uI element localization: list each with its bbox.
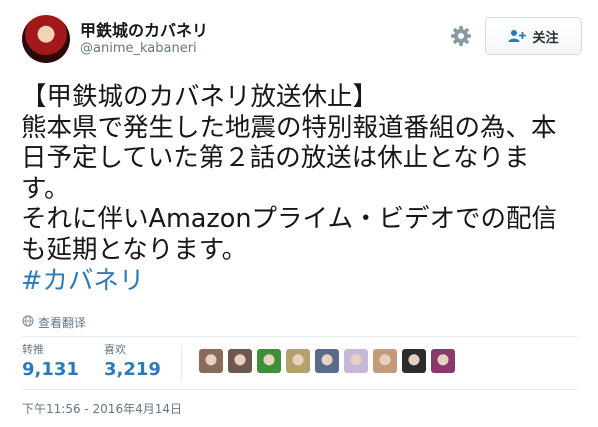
stats-separator [181,345,182,381]
add-user-icon [508,29,527,43]
user-handle[interactable]: @anime_kabaneri [80,41,197,56]
liker-avatar[interactable] [344,349,368,373]
retweet-label: 转推 [22,343,44,356]
liker-avatars [199,349,455,373]
tweet-text: 【甲鉄城のカバネリ放送休止】 熊本県で発生した地震の特別報道番組の為、本 日予定… [21,82,587,296]
translate-link[interactable]: 查看翻译 [22,314,86,331]
hashtag-link[interactable]: #カバネリ [21,266,587,297]
follow-label: 关注 [532,30,559,46]
display-name[interactable]: 甲鉄城のカバネリ [80,17,208,41]
liker-avatar[interactable] [431,349,455,373]
liker-avatar[interactable] [286,349,310,373]
tweet-line: も延期となります。 [21,234,248,265]
like-stat[interactable]: 喜欢 3,219 [104,343,161,383]
divider [22,389,578,390]
liker-avatar[interactable] [402,349,426,373]
tweet-line: それに伴いAmazonプライム・ビデオでの配信 [21,204,558,235]
retweet-stat[interactable]: 转推 9,131 [22,343,79,383]
avatar[interactable] [22,15,70,63]
retweet-count: 9,131 [22,359,79,380]
liker-avatar[interactable] [373,349,397,373]
divider [22,336,578,337]
follow-button[interactable]: 关注 [485,17,582,55]
liker-avatar[interactable] [228,349,252,373]
translate-label: 查看翻译 [38,316,87,330]
tweet-line: 【甲鉄城のカバネリ放送休止】 [21,82,379,112]
liker-avatar[interactable] [257,349,281,373]
liker-avatar[interactable] [199,349,223,373]
tweet-header: 甲鉄城のカバネリ @anime_kabaneri 关注 [0,0,598,70]
tweet-line: 熊本県で発生した地震の特別報道番組の為、本 [21,112,557,143]
tweet-line: す。 [21,173,70,204]
globe-icon [22,315,34,330]
liker-avatar[interactable] [315,349,339,373]
like-count: 3,219 [104,359,161,380]
like-label: 喜欢 [104,343,126,356]
tweet-timestamp[interactable]: 下午11:56 - 2016年4月14日 [22,400,182,417]
gear-icon[interactable] [449,24,473,48]
tweet-line: 日予定していた第２話の放送は休止となりま [21,143,530,174]
